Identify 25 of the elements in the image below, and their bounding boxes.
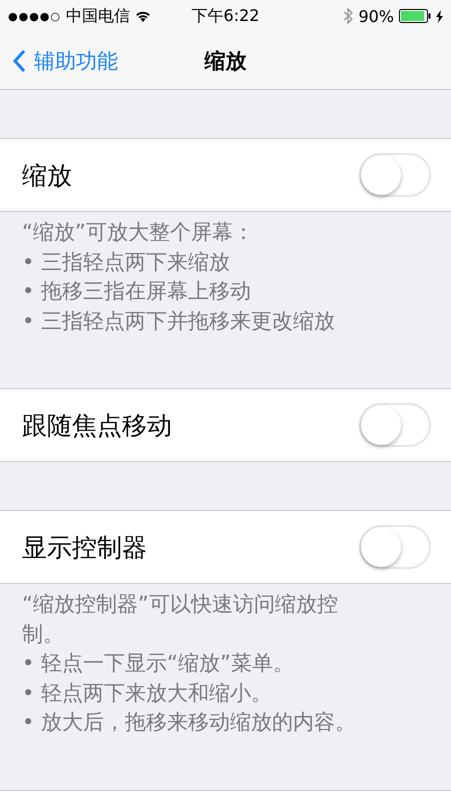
footer-text: “缩放控制器”可以快速访问缩放控制。	[22, 591, 339, 648]
wifi-icon	[135, 10, 151, 22]
back-button[interactable]: 辅助功能	[0, 46, 118, 74]
footer-text: • 放大后，拖移来移动缩放的内容。	[22, 709, 358, 736]
carrier-name: 中国电信	[66, 6, 130, 26]
toggle-switch[interactable]	[359, 525, 431, 569]
toggle-switch[interactable]	[359, 153, 431, 197]
signal-strength: ●●●●○	[8, 10, 61, 22]
charging-icon	[436, 10, 443, 22]
setting-label: 缩放	[22, 160, 72, 192]
footer-text: • 三指轻点两下并拖移来更改缩放	[22, 308, 336, 334]
footer-text: • 拖移三指在屏幕上移动	[22, 278, 252, 305]
clock-time: 下午6:22	[192, 6, 260, 26]
footer-text: “缩放”可放大整个屏幕：	[22, 219, 255, 246]
bluetooth-icon	[343, 7, 354, 25]
battery-icon	[399, 9, 431, 23]
footer-text: • 轻点一下显示“缩放”菜单。	[22, 650, 295, 677]
toggle-switch[interactable]	[359, 403, 431, 447]
back-chevron-icon	[12, 48, 26, 72]
footer-text: • 轻点两下来放大和缩小。	[22, 680, 274, 706]
page-title: 缩放	[204, 48, 246, 72]
battery-percentage: 90%	[358, 6, 394, 26]
footer-text: • 三指轻点两下来缩放	[22, 248, 232, 276]
setting-label: 显示控制器	[22, 532, 147, 564]
setting-label: 跟随焦点移动	[22, 410, 172, 442]
